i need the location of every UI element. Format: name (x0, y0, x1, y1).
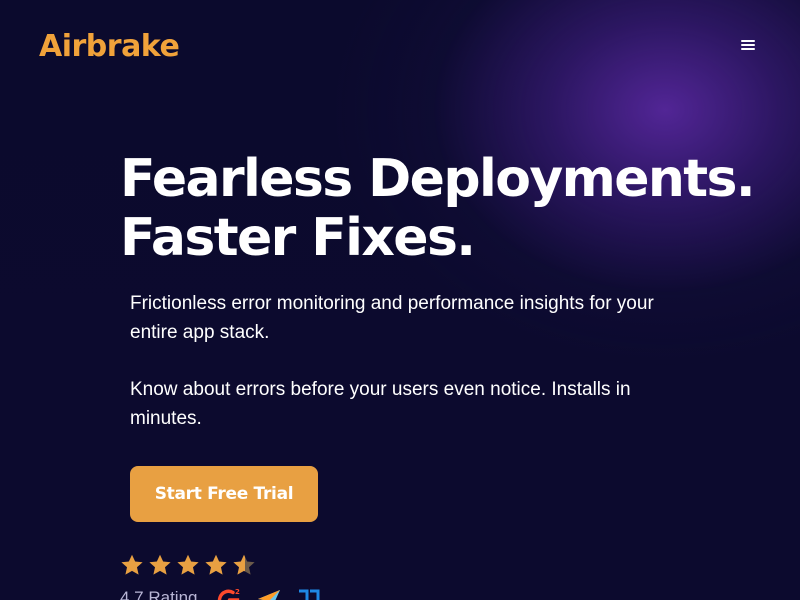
hero-subtitle-1: Frictionless error monitoring and perfor… (130, 293, 654, 343)
hero-headline-line1: Fearless Deployments. (120, 149, 756, 209)
star-icon (177, 554, 199, 575)
rating-text: 4.7 Rating (120, 588, 198, 600)
hamburger-menu-button[interactable] (736, 35, 760, 55)
rating-stars (118, 552, 258, 578)
start-free-trial-button[interactable]: Start Free Trial (130, 466, 318, 522)
star-icon (149, 554, 171, 575)
trustradius-logo-icon[interactable] (296, 586, 322, 600)
hamburger-menu-icon (741, 40, 755, 42)
g2-logo-icon[interactable]: 2 (216, 586, 242, 600)
site-header: Airbrake (0, 0, 800, 95)
svg-text:2: 2 (235, 588, 240, 596)
star-icon (205, 554, 227, 575)
star-icon (121, 554, 143, 575)
hero-headline: Fearless Deployments. Faster Fixes. (120, 149, 756, 268)
half-star-icon (233, 554, 255, 575)
hero-headline-line2: Faster Fixes. (120, 208, 476, 268)
rating-row: 4.7 Rating 2 (120, 586, 336, 600)
hamburger-menu-icon-bar (741, 48, 755, 50)
hamburger-menu-icon-bar (741, 44, 755, 46)
hero-section: Fearless Deployments. Faster Fixes. (120, 149, 756, 268)
hero-subtitle-2: Know about errors before your users even… (130, 379, 631, 429)
airbrake-logo[interactable]: Airbrake (39, 28, 180, 66)
capterra-logo-icon[interactable] (256, 586, 282, 600)
